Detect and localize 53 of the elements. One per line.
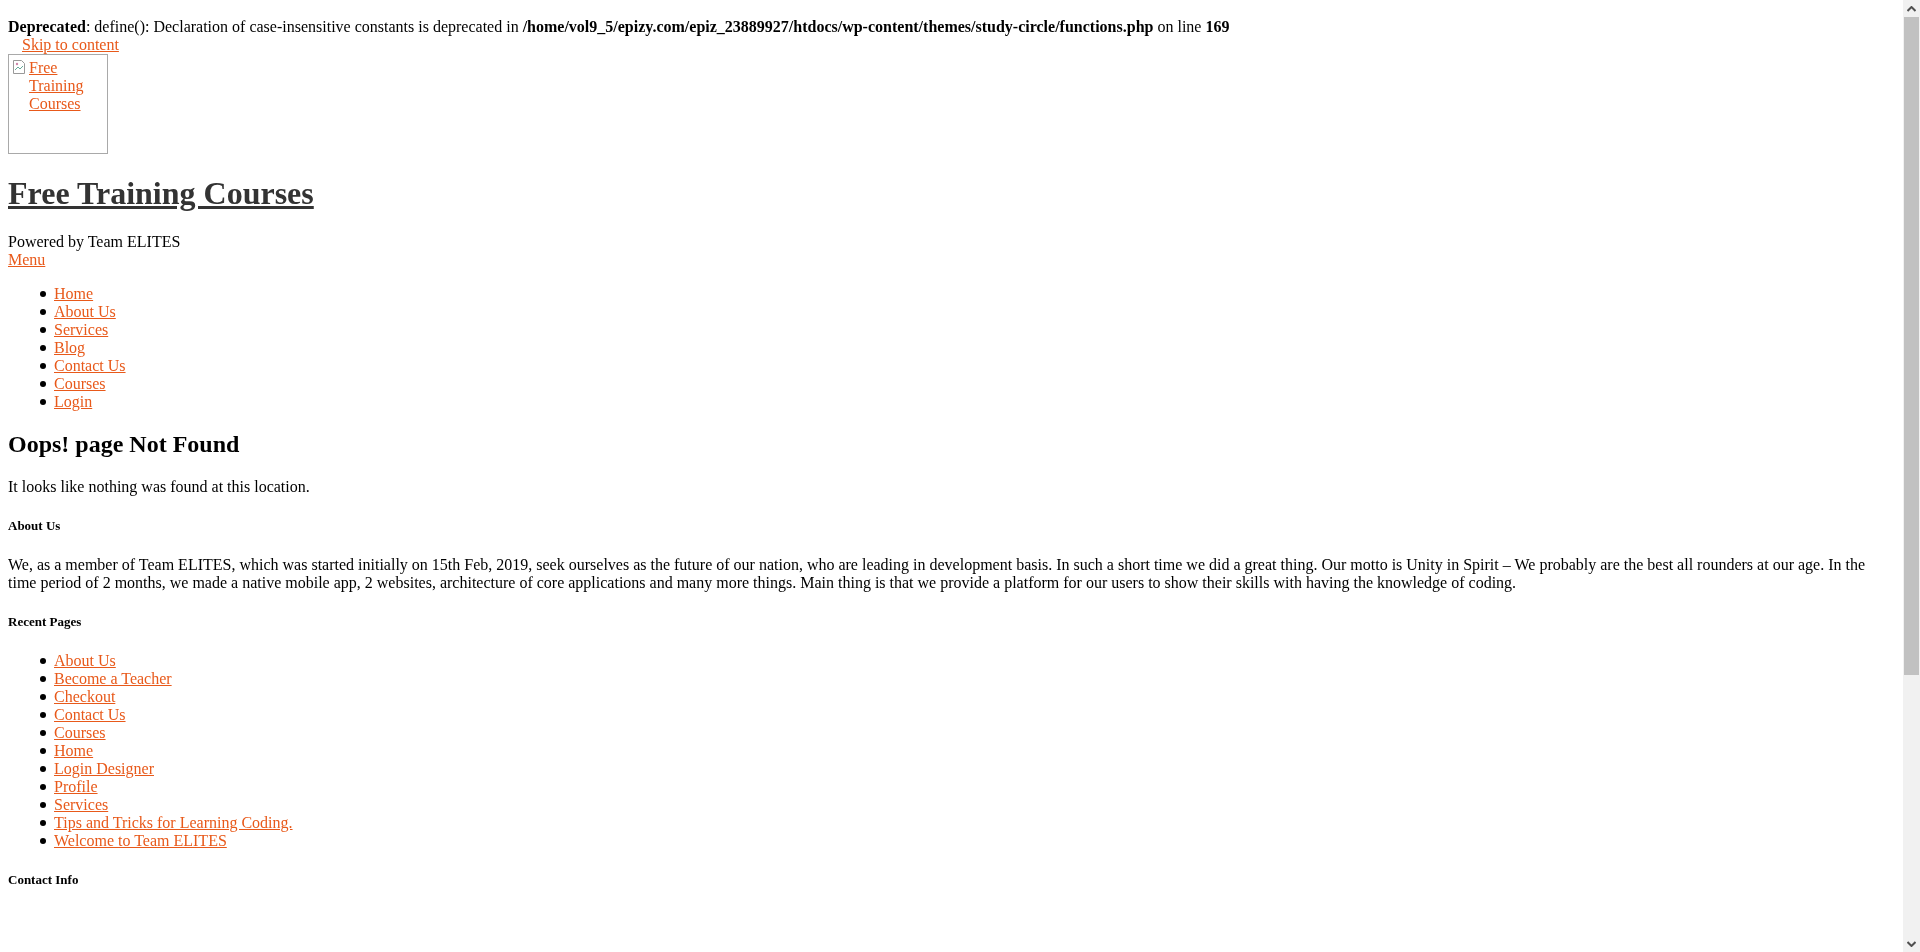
bullet-icon: [40, 309, 46, 315]
bullet-icon: [40, 766, 46, 772]
recent-page-link[interactable]: Services: [54, 796, 109, 814]
recent-page-link[interactable]: Home: [54, 742, 94, 760]
site-tagline: Powered by Team ELITES: [8, 233, 181, 250]
bullet-icon: [40, 399, 46, 405]
bullet-icon: [40, 802, 46, 808]
bullet-icon: [40, 838, 46, 844]
error-message: It looks like nothing was found at this location.: [8, 478, 310, 495]
about-paragraph: We, as a member of Team ELITES, which was started initially on 15th Feb, 2019, seek ourselves as the future of our nation, who are leading in development basis. In such a short time we did a great thing. Our motto is Unity in Spirit – We probably are the best all rounders at our age. In the time period of 2 months, we made a native mobile app, 2 websites, architecture of core applications and many more things. Main thing is that we provide a platform for our users to show their skills with having the knowledge of coding.: [8, 556, 1867, 592]
nav-link[interactable]: Login: [54, 393, 93, 411]
recent-page-link[interactable]: Become a Teacher: [54, 670, 172, 688]
bullet-icon: [40, 712, 46, 718]
bullet-icon: [40, 381, 46, 387]
skip-link[interactable]: Skip to content: [22, 36, 119, 53]
broken-image-icon: [13, 60, 25, 74]
recent-page-link[interactable]: Login Designer: [54, 760, 154, 778]
bullet-icon: [40, 345, 46, 351]
nav-link[interactable]: Blog: [54, 339, 86, 357]
nav-link[interactable]: About Us: [54, 303, 116, 321]
bullet-icon: [40, 676, 46, 682]
widget-title: Recent Pages: [8, 614, 82, 629]
recent-page-link[interactable]: Courses: [54, 724, 106, 742]
bullet-icon: [40, 784, 46, 790]
nav-link[interactable]: Contact Us: [54, 357, 126, 375]
scrollbar[interactable]: [1903, 0, 1920, 952]
nav-link[interactable]: Courses: [54, 375, 106, 393]
site-title[interactable]: Free Training Courses: [8, 175, 314, 211]
recent-page-link[interactable]: About Us: [54, 652, 116, 670]
recent-page-link[interactable]: Welcome to Team ELITES: [54, 832, 227, 850]
error-heading: Oops! page Not Found: [8, 431, 240, 457]
bullet-icon: [40, 820, 46, 826]
bullet-icon: [40, 730, 46, 736]
scrollbar-thumb[interactable]: [1904, 17, 1919, 675]
scroll-up-icon[interactable]: [1907, 6, 1916, 12]
logo-alt-text[interactable]: Free Training Courses: [29, 59, 107, 113]
nav-link[interactable]: Home: [54, 285, 94, 303]
deprecation-notice: Deprecated: define(): Declaration of case-insensitive constants is deprecated in /home/vol9_5/epizy.com/epiz_23889927/htdocs/wp-content/themes/study-circle/functions.php on line 169: [8, 18, 1230, 36]
recent-page-link[interactable]: Contact Us: [54, 706, 126, 724]
recent-page-link[interactable]: Checkout: [54, 688, 116, 706]
widget-title: About Us: [8, 518, 61, 533]
bullet-icon: [40, 748, 46, 754]
recent-page-link[interactable]: Tips and Tricks for Learning Coding.: [54, 814, 293, 832]
widget-title: Contact Info: [8, 872, 79, 887]
bullet-icon: [40, 694, 46, 700]
bullet-icon: [40, 658, 46, 664]
recent-page-link[interactable]: Profile: [54, 778, 98, 796]
bullet-icon: [40, 291, 46, 297]
bullet-icon: [40, 327, 46, 333]
bullet-icon: [40, 363, 46, 369]
scroll-down-icon[interactable]: [1907, 941, 1916, 947]
menu-toggle[interactable]: Menu: [8, 251, 46, 268]
nav-link[interactable]: Services: [54, 321, 109, 339]
